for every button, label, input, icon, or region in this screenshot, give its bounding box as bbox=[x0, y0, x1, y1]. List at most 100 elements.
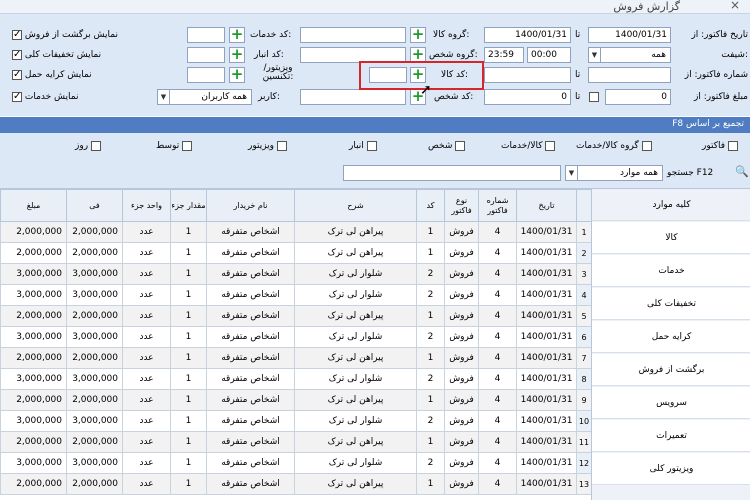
table-cell: عدد bbox=[122, 431, 171, 453]
invoice-no-label: شماره فاکتور: از bbox=[684, 70, 748, 80]
amount-from-input[interactable]: 0 bbox=[605, 89, 671, 105]
table-cell: عدد bbox=[122, 242, 171, 264]
column-header[interactable]: واحد جزء bbox=[122, 189, 171, 222]
table-row[interactable]: 2,000,000 2,000,000 عدد 1 اشخاص متفرقه پیراهن… bbox=[0, 242, 592, 264]
table-cell: 4 bbox=[478, 284, 517, 306]
row-number-cell: 4 bbox=[576, 284, 592, 306]
group-option-visitor[interactable]: ویزیتور bbox=[248, 139, 287, 153]
shift-select[interactable]: ▼ همه bbox=[588, 47, 671, 63]
date-to-input[interactable]: 1400/01/31 bbox=[484, 27, 571, 43]
group-option-product-group[interactable]: گروه کالا/خدمات bbox=[576, 139, 652, 153]
time-to-input[interactable]: 23:59 bbox=[484, 47, 524, 63]
visitor-input[interactable] bbox=[187, 67, 225, 83]
table-cell: 2,000,000 bbox=[0, 431, 67, 453]
add-service-code-button[interactable]: + bbox=[229, 27, 245, 43]
column-header[interactable]: فی bbox=[66, 189, 123, 222]
group-option-warehouse[interactable]: انبار bbox=[349, 139, 377, 153]
sidebar-item[interactable]: کلیه موارد bbox=[592, 189, 750, 221]
table-cell: اشخاص متفرقه bbox=[206, 242, 295, 264]
warehouse-code-input[interactable] bbox=[187, 47, 225, 63]
sidebar-item[interactable]: سرویس bbox=[592, 387, 750, 419]
sidebar-item[interactable]: خدمات bbox=[592, 255, 750, 287]
group-option-by[interactable]: توسط bbox=[156, 139, 193, 153]
table-cell: فروش bbox=[444, 263, 479, 285]
table-cell: 2,000,000 bbox=[0, 221, 67, 243]
column-header[interactable]: نام خریدار bbox=[206, 189, 295, 222]
table-row[interactable]: 2,000,000 2,000,000 عدد 1 اشخاص متفرقه پیراهن… bbox=[0, 431, 592, 453]
table-row[interactable]: 3,000,000 3,000,000 عدد 1 اشخاص متفرقه شلوار … bbox=[0, 284, 592, 306]
search-icon[interactable]: 🔍 bbox=[735, 165, 749, 178]
chevron-down-icon: ▼ bbox=[158, 90, 170, 104]
search-label: جستجو F12 bbox=[667, 168, 714, 178]
amount-checkbox[interactable] bbox=[589, 92, 599, 102]
table-cell: 2,000,000 bbox=[66, 305, 123, 327]
group-option-day[interactable]: روز bbox=[75, 139, 101, 153]
table-cell: 2,000,000 bbox=[0, 305, 67, 327]
table-row[interactable]: 2,000,000 2,000,000 عدد 1 اشخاص متفرقه پیراهن… bbox=[0, 347, 592, 369]
checkbox-show-freight[interactable]: نمایش کرایه حمل bbox=[12, 68, 92, 82]
checkbox-show-returns[interactable]: نمایش برگشت از فروش bbox=[12, 28, 118, 42]
sidebar-item[interactable]: تعمیرات bbox=[592, 420, 750, 452]
table-cell: 2 bbox=[416, 284, 445, 306]
sidebar-item[interactable]: تخفیفات کلی bbox=[592, 288, 750, 320]
add-product-group-button[interactable]: + bbox=[410, 27, 426, 43]
column-header[interactable]: شرح bbox=[294, 189, 417, 222]
table-cell: 2 bbox=[416, 326, 445, 348]
person-code-input[interactable] bbox=[300, 89, 406, 105]
invoice-from-input[interactable] bbox=[588, 67, 671, 83]
amount-label: مبلغ فاکتور: از bbox=[694, 92, 748, 102]
column-header[interactable]: شماره فاکتور bbox=[478, 189, 517, 222]
table-row[interactable]: 3,000,000 3,000,000 عدد 1 اشخاص متفرقه شلوار … bbox=[0, 368, 592, 390]
column-header[interactable]: نوع فاکتور bbox=[444, 189, 479, 222]
sidebar-item[interactable]: کرایه حمل bbox=[592, 321, 750, 353]
group-option-product[interactable]: کالا/خدمات bbox=[501, 139, 556, 153]
checkbox-show-services[interactable]: نمایش خدمات bbox=[12, 90, 79, 104]
search-row: جستجو F12 🔍 ▼ همه موارد bbox=[0, 159, 750, 189]
table-row[interactable]: 3,000,000 3,000,000 عدد 1 اشخاص متفرقه شلوار … bbox=[0, 326, 592, 348]
shift-label: شیفت: bbox=[721, 50, 748, 60]
table-cell: عدد bbox=[122, 221, 171, 243]
time-from-input[interactable]: 00:00 bbox=[527, 47, 571, 63]
column-header[interactable]: تاریخ bbox=[516, 189, 577, 222]
table-row[interactable]: 2,000,000 2,000,000 عدد 1 اشخاص متفرقه پیراهن… bbox=[0, 221, 592, 243]
column-header[interactable]: کد bbox=[416, 189, 445, 222]
table-row[interactable]: 3,000,000 3,000,000 عدد 1 اشخاص متفرقه شلوار … bbox=[0, 452, 592, 474]
table-cell: 2,000,000 bbox=[66, 473, 123, 495]
table-cell: پیراهن لی ترک bbox=[294, 473, 417, 495]
checkbox-show-discounts[interactable]: نمایش تخفیفات کلی bbox=[12, 48, 101, 62]
table-cell: عدد bbox=[122, 410, 171, 432]
table-row[interactable]: 2,000,000 2,000,000 عدد 1 اشخاص متفرقه پیراهن… bbox=[0, 305, 592, 327]
person-code-label: کد شخص: bbox=[434, 92, 474, 102]
table-cell: 4 bbox=[478, 473, 517, 495]
group-option-person[interactable]: شخص bbox=[428, 139, 466, 153]
table-cell: 1400/01/31 bbox=[516, 473, 577, 495]
table-cell: 1400/01/31 bbox=[516, 242, 577, 264]
search-input[interactable] bbox=[343, 165, 561, 181]
table-cell: 1 bbox=[170, 284, 207, 306]
table-cell: 3,000,000 bbox=[0, 368, 67, 390]
sidebar-item[interactable]: کالا bbox=[592, 222, 750, 254]
sidebar-item[interactable]: برگشت از فروش bbox=[592, 354, 750, 386]
add-visitor-button[interactable]: + bbox=[229, 67, 245, 83]
table-row[interactable]: 3,000,000 3,000,000 عدد 1 اشخاص متفرقه شلوار … bbox=[0, 263, 592, 285]
invoice-to-input[interactable] bbox=[484, 67, 571, 83]
close-icon[interactable]: × bbox=[730, 0, 740, 12]
group-option-invoice[interactable]: فاکتور bbox=[702, 139, 738, 153]
sidebar-item[interactable]: ویزیتور کلی bbox=[592, 453, 750, 485]
table-row[interactable]: 2,000,000 2,000,000 عدد 1 اشخاص متفرقه پیراهن… bbox=[0, 473, 592, 495]
table-cell: اشخاص متفرقه bbox=[206, 263, 295, 285]
service-code-input[interactable] bbox=[187, 27, 225, 43]
table-row[interactable]: 3,000,000 3,000,000 عدد 1 اشخاص متفرقه شلوار … bbox=[0, 410, 592, 432]
search-scope-select[interactable]: ▼ همه موارد bbox=[565, 165, 663, 181]
table-cell: شلوار لی ترک bbox=[294, 284, 417, 306]
user-select[interactable]: ▼ همه کاربران bbox=[157, 89, 252, 105]
table-cell: 1 bbox=[416, 242, 445, 264]
column-header[interactable]: مقدار جزء bbox=[170, 189, 207, 222]
add-warehouse-code-button[interactable]: + bbox=[229, 47, 245, 63]
table-cell: فروش bbox=[444, 452, 479, 474]
column-header[interactable]: مبلغ bbox=[0, 189, 67, 222]
product-group-input[interactable] bbox=[300, 27, 406, 43]
date-from-input[interactable]: 1400/01/31 bbox=[588, 27, 671, 43]
amount-to-input[interactable]: 0 bbox=[484, 89, 571, 105]
table-row[interactable]: 2,000,000 2,000,000 عدد 1 اشخاص متفرقه پیراهن… bbox=[0, 389, 592, 411]
